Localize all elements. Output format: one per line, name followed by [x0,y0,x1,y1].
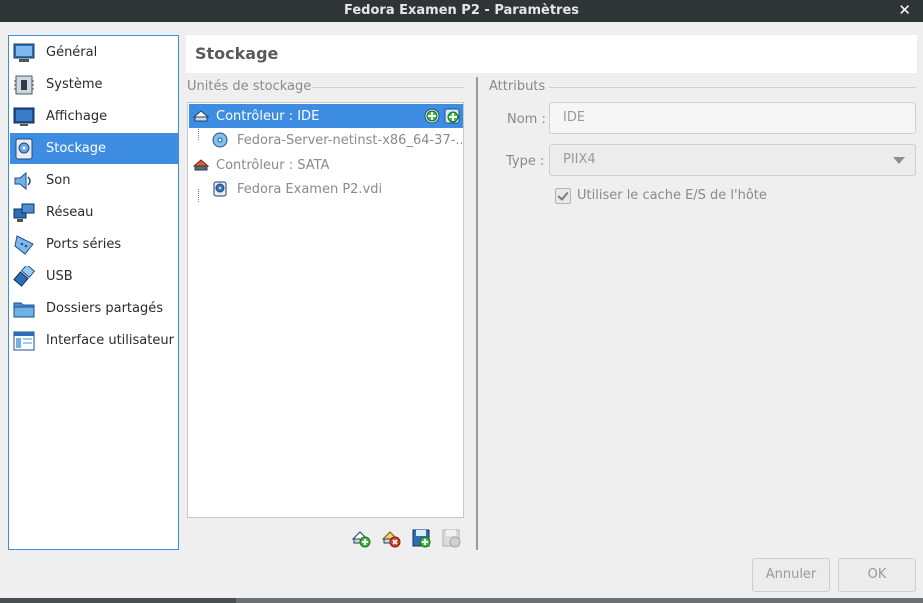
sidebar-item-label: Général [46,45,98,60]
sidebar-item-serial-ports[interactable]: Ports séries [10,229,178,260]
page-header: Stockage [186,35,917,73]
tree-item-label: Fedora Examen P2.vdi [237,181,383,197]
settings-sidebar: Général Système Affichage Stockage Son R… [8,35,179,550]
tree-item-hard-disk[interactable]: Fedora Examen P2.vdi [189,177,463,201]
panel-splitter[interactable] [476,77,478,550]
group-divider [312,87,464,88]
sidebar-item-label: Stockage [46,141,106,156]
add-controller-button[interactable] [350,527,372,549]
hard-disk-icon [212,181,228,197]
serial-port-icon [13,234,35,256]
network-icon [13,202,35,224]
sidebar-item-label: Dossiers partagés [46,301,164,316]
add-controller-icon [351,531,371,548]
dialog-content: Général Système Affichage Stockage Son R… [0,22,923,598]
type-select-value: PIIX4 [563,152,596,167]
group-divider [549,87,916,88]
sidebar-item-user-interface[interactable]: Interface utilisateur [10,325,178,356]
sidebar-item-label: Réseau [46,205,94,220]
tree-item-label: Fedora-Server-netinst-x86_64-37-... [237,132,462,148]
checkmark-icon [557,189,569,201]
page-title: Stockage [195,44,279,63]
tree-item-label: Contrôleur : IDE [216,108,320,124]
ui-window-icon [13,330,35,352]
remove-controller-button[interactable] [380,527,402,549]
display-icon [13,106,35,128]
storage-disk-icon [13,138,35,160]
sidebar-item-label: USB [46,269,73,284]
remove-attachment-icon [442,529,461,548]
window-title: Fedora Examen P2 - Paramètres [344,3,579,18]
controller-icon [192,108,210,124]
type-select[interactable]: PIIX4 [549,144,916,176]
sidebar-item-label: Ports séries [46,237,122,252]
folder-icon [13,298,35,320]
remove-attachment-button [440,527,462,549]
tree-item-label: Contrôleur : SATA [216,157,330,173]
sidebar-item-general[interactable]: Général [10,37,178,68]
controller-icon [192,157,210,173]
tree-item-sata-controller[interactable]: Contrôleur : SATA [189,153,463,177]
sidebar-item-audio[interactable]: Son [10,165,178,196]
host-io-cache-label[interactable]: Utiliser le cache E/S de l'hôte [577,188,767,203]
cancel-button[interactable]: Annuler [752,558,830,592]
sidebar-item-label: Son [46,173,71,188]
optical-disk-icon [212,132,228,148]
close-button[interactable]: ✕ [898,1,911,19]
chip-icon [13,74,35,96]
name-input-value: IDE [563,110,586,125]
type-label: Type : [506,154,545,169]
sidebar-item-usb[interactable]: USB [10,261,178,292]
speaker-icon [13,170,35,192]
name-input[interactable]: IDE [549,102,916,134]
general-monitor-icon [13,42,35,64]
sidebar-item-system[interactable]: Système [10,69,178,100]
name-label: Nom : [507,112,546,127]
chevron-down-icon [893,157,905,164]
tree-item-optical-disk[interactable]: Fedora-Server-netinst-x86_64-37-... [189,128,463,152]
tree-item-ide-controller[interactable]: Contrôleur : IDE [189,104,463,128]
attributes-group-title: Attributs [489,79,546,94]
add-attachment-button[interactable] [410,527,432,549]
sidebar-item-label: Affichage [46,109,108,124]
usb-icon [13,263,36,288]
remove-controller-icon [381,531,401,548]
storage-tree[interactable]: Contrôleur : IDE Fedora-Server-netinst-x… [187,102,464,518]
sidebar-item-display[interactable]: Affichage [10,101,178,132]
sidebar-item-label: Interface utilisateur [46,333,174,348]
sidebar-item-network[interactable]: Réseau [10,197,178,228]
host-io-cache-checkbox[interactable] [555,188,571,204]
sidebar-item-shared-folders[interactable]: Dossiers partagés [10,293,178,324]
sidebar-item-label: Système [46,77,103,92]
add-attachment-icon [412,529,431,548]
add-optical-drive-icon[interactable] [424,108,440,124]
sidebar-item-storage[interactable]: Stockage [10,133,178,164]
bottom-edge [0,598,923,603]
ok-button[interactable]: OK [838,558,916,592]
storage-group-title: Unités de stockage [187,79,312,94]
add-hard-disk-icon[interactable] [444,108,460,124]
title-bar: Fedora Examen P2 - Paramètres ✕ [0,0,923,22]
